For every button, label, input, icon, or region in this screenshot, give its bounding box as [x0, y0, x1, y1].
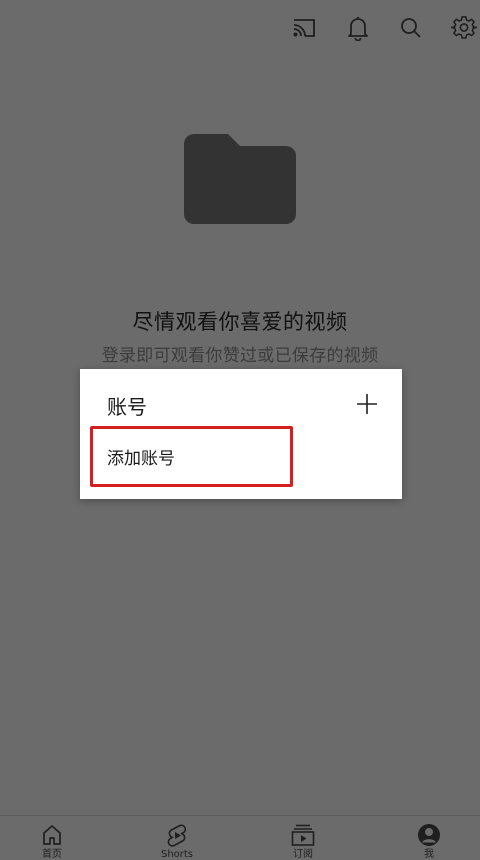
empty-state-title: 尽情观看你喜爱的视频	[132, 310, 348, 334]
notifications-icon[interactable]	[342, 12, 374, 44]
cast-icon[interactable]	[288, 12, 320, 44]
add-account-label: 添加账号	[107, 448, 175, 469]
shorts-icon	[164, 822, 190, 848]
nav-label-shorts: Shorts	[160, 849, 194, 860]
nav-label-home: 首页	[42, 849, 62, 860]
subscriptions-icon	[290, 822, 316, 848]
plus-icon[interactable]	[352, 389, 382, 419]
nav-label-subscriptions: 订阅	[293, 849, 313, 860]
add-account-button[interactable]: 添加账号	[90, 426, 293, 487]
top-app-bar	[0, 0, 480, 56]
settings-icon[interactable]	[448, 12, 480, 44]
search-icon[interactable]	[395, 12, 427, 44]
nav-item-home[interactable]: 首页	[12, 816, 92, 860]
nav-item-shorts[interactable]: Shorts	[137, 816, 217, 860]
dialog-title: 账号	[107, 395, 147, 419]
nav-item-subscriptions[interactable]: 订阅	[263, 816, 343, 860]
home-icon	[39, 822, 65, 848]
empty-state-subtitle: 登录即可观看你赞过或已保存的视频	[101, 346, 379, 366]
nav-item-account[interactable]: 我	[389, 816, 469, 860]
bottom-navigation: 首页 Shorts 订阅 我	[0, 815, 480, 860]
account-dialog: 账号 添加账号	[80, 369, 402, 499]
nav-label-account: 我	[424, 849, 434, 860]
folder-icon	[184, 134, 296, 224]
account-icon	[416, 822, 442, 848]
